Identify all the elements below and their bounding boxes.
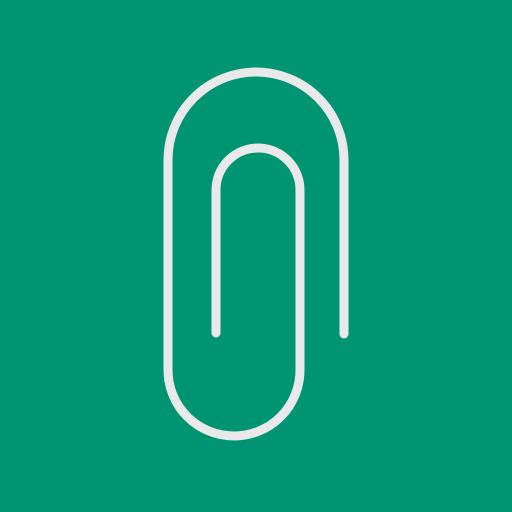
paperclip-icon xyxy=(163,67,349,441)
paperclip-stroke xyxy=(163,67,349,441)
attachment-app-icon xyxy=(0,0,512,512)
